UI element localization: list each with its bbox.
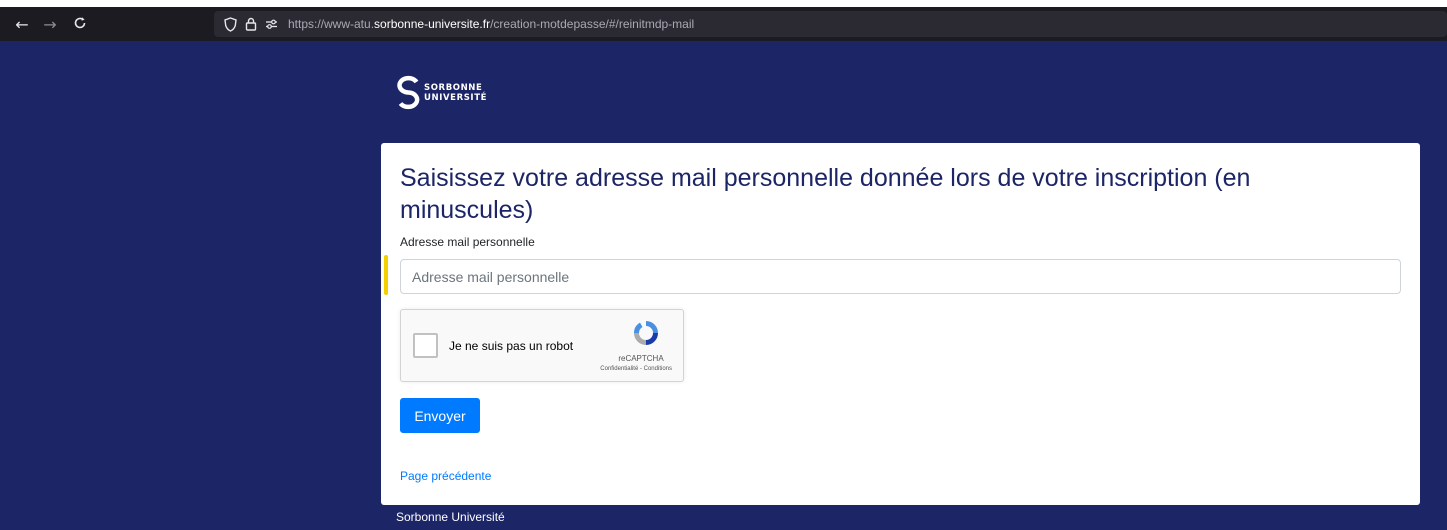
recaptcha-label: Je ne suis pas un robot: [449, 339, 574, 353]
submit-button[interactable]: Envoyer: [400, 398, 480, 433]
url-text[interactable]: https://www-atu.sorbonne-universite.fr/c…: [288, 17, 694, 31]
url-bar[interactable]: https://www-atu.sorbonne-universite.fr/c…: [214, 11, 1447, 37]
url-path: /creation-motdepasse/#/reinitmdp-mail: [490, 17, 695, 31]
recaptcha-privacy-terms-links[interactable]: Confidentialité - Conditions: [581, 366, 681, 372]
url-host: sorbonne-universite.fr: [374, 17, 491, 31]
lock-icon[interactable]: [245, 17, 257, 31]
recaptcha-checkbox[interactable]: [413, 333, 438, 358]
site-permissions-icon[interactable]: [265, 18, 278, 30]
url-prefix: https://www-atu.: [288, 17, 375, 31]
page-title: Saisissez votre adresse mail personnelle…: [400, 164, 1251, 224]
previous-page-link[interactable]: Page précédente: [400, 469, 491, 483]
logo-line-1: SORBONNE: [424, 83, 483, 93]
browser-toolbar: ← → https://www-atu.sorbonne-universite.…: [0, 7, 1447, 41]
footer-text: Sorbonne Université: [396, 510, 505, 524]
email-input[interactable]: [400, 259, 1401, 294]
reset-form-card: Saisissez votre adresse mail personnelle…: [381, 143, 1420, 505]
recaptcha-brand: reCAPTCHA: [618, 354, 664, 363]
recaptcha-widget: Je ne suis pas un robot reCAPTCHA Confid…: [400, 309, 684, 382]
shield-icon[interactable]: [224, 16, 237, 32]
recaptcha-logo-icon: [634, 321, 658, 345]
top-strip: [0, 0, 1447, 7]
focus-highlight-marker: [384, 255, 388, 295]
sorbonne-logo: SORBONNE UNIVERSITÉ: [396, 73, 487, 113]
sorbonne-s-logo-icon: [397, 75, 420, 110]
back-arrow-icon[interactable]: ←: [8, 15, 36, 34]
reload-icon[interactable]: [66, 15, 94, 34]
forward-arrow-icon[interactable]: →: [36, 15, 64, 34]
logo-line-2: UNIVERSITÉ: [424, 93, 487, 103]
email-label: Adresse mail personnelle: [400, 235, 535, 249]
